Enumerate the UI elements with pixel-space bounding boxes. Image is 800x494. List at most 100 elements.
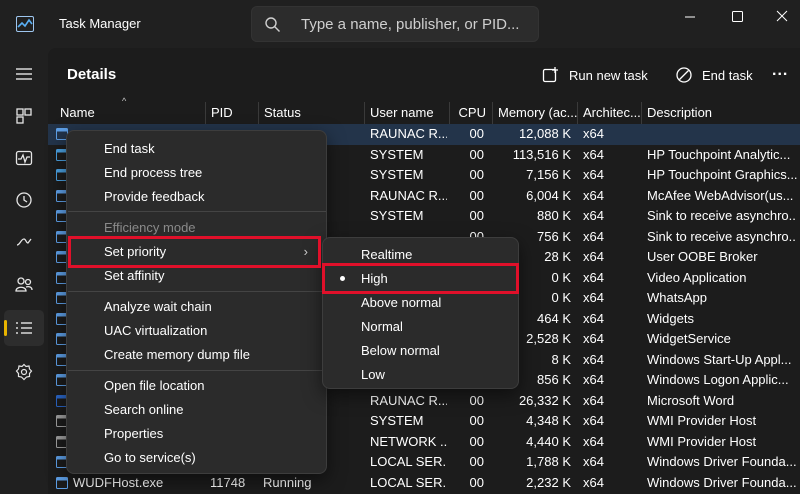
processes-icon[interactable] [4, 98, 44, 134]
search-icon [265, 17, 280, 32]
column-header-name[interactable]: Name [48, 102, 205, 124]
menu-item-go-to-services[interactable]: Go to service(s) [104, 450, 196, 465]
end-task-button[interactable]: End task [675, 64, 753, 86]
cell-cpu: 00 [469, 146, 484, 162]
menu-item-set-affinity[interactable]: Set affinity [104, 268, 164, 283]
cell-description: HP Touchpoint Graphics... [647, 167, 797, 182]
services-icon[interactable] [4, 354, 44, 390]
cell-architecture: x64 [583, 310, 604, 326]
highlight-priority-high [322, 263, 519, 294]
column-header-user-name[interactable]: User name [364, 102, 449, 124]
run-new-task-label: Run new task [569, 67, 648, 83]
priority-low[interactable]: Low [361, 367, 385, 382]
cell-description: Windows Driver Founda... [647, 474, 797, 490]
left-nav [0, 48, 48, 494]
window-title: Task Manager [59, 16, 141, 31]
cell-description: User OOBE Broker [647, 249, 758, 264]
priority-above-normal[interactable]: Above normal [361, 295, 441, 310]
page-title: Details [67, 66, 117, 83]
column-header-description[interactable]: Description [641, 102, 800, 124]
cell-architecture: x64 [583, 167, 604, 182]
startup-apps-icon[interactable] [4, 224, 44, 260]
users-icon[interactable] [4, 266, 44, 302]
cell-description: Video Application [647, 269, 747, 285]
cell-description: WMI Provider Host [647, 433, 757, 449]
cell-user: RAUNAC R... [370, 126, 447, 141]
cell-description: Windows Logon Applic... [647, 372, 789, 387]
cell-memory: 6,004 K [526, 187, 571, 203]
menu-item-provide-feedback[interactable]: Provide feedback [104, 189, 204, 204]
cell-description: WMI Provider Host [647, 413, 757, 428]
cell-user: LOCAL SER... [370, 474, 447, 490]
cell-architecture: x64 [583, 290, 604, 305]
column-header-status[interactable]: Status [258, 102, 364, 124]
more-options-button[interactable]: ... [772, 62, 796, 86]
column-header-cpu[interactable]: CPU [449, 102, 492, 124]
priority-realtime[interactable]: Realtime [361, 247, 412, 262]
menu-item-analyze-wait-chain[interactable]: Analyze wait chain [104, 299, 212, 314]
cell-architecture: x64 [583, 249, 604, 264]
maximize-icon[interactable] [723, 6, 751, 28]
menu-icon[interactable] [4, 56, 44, 92]
cell-memory: 26,332 K [518, 392, 571, 408]
cell-user: SYSTEM [370, 146, 424, 162]
cell-architecture: x64 [583, 228, 604, 244]
priority-below-normal[interactable]: Below normal [361, 343, 440, 358]
cell-user: RAUNAC R... [370, 187, 447, 203]
cell-cpu: 00 [469, 474, 484, 490]
highlight-set-priority [68, 236, 321, 268]
cell-architecture: x64 [583, 392, 604, 408]
minimize-icon[interactable] [676, 6, 704, 28]
cell-name: WUDFHost.exe [73, 474, 164, 490]
menu-item-end-process-tree[interactable]: End process tree [104, 165, 202, 180]
details-icon[interactable] [4, 310, 44, 346]
cell-memory: 4,440 K [526, 433, 571, 449]
cell-description: WidgetService [647, 331, 731, 346]
menu-item-search-online[interactable]: Search online [104, 402, 184, 417]
cell-cpu: 00 [469, 413, 484, 428]
search-box[interactable]: Type a name, publisher, or PID... [251, 6, 539, 42]
menu-item-properties[interactable]: Properties [104, 426, 163, 441]
title-bar: Task Manager Type a name, publisher, or … [0, 0, 800, 48]
app-history-icon[interactable] [4, 182, 44, 218]
cell-architecture: x64 [583, 269, 604, 285]
cell-description: HP Touchpoint Analytic... [647, 146, 791, 162]
cell-memory: 880 K [537, 208, 571, 223]
cell-cpu: 00 [469, 167, 484, 182]
menu-item-open-file-location[interactable]: Open file location [104, 378, 204, 393]
cell-memory: 1,788 K [526, 454, 571, 469]
run-new-task-button[interactable]: Run new task [542, 64, 648, 86]
table-row[interactable]: WUDFHost.exe 11748 Running LOCAL SER... 00 2,… [48, 473, 800, 494]
cell-cpu: 00 [469, 454, 484, 469]
cell-cpu: 00 [469, 392, 484, 408]
sort-ascending-icon: ^ [122, 96, 127, 106]
column-header-memory[interactable]: Memory (ac... [492, 102, 577, 124]
cell-architecture: x64 [583, 208, 604, 223]
menu-item-end-task[interactable]: End task [104, 141, 155, 156]
close-icon[interactable] [768, 6, 796, 28]
cell-cpu: 00 [469, 187, 484, 203]
cell-description: WhatsApp [647, 290, 707, 305]
cell-pid: 11748 [210, 474, 246, 490]
menu-item-uac-virtualization[interactable]: UAC virtualization [104, 323, 207, 338]
cell-description: Sink to receive asynchro... [647, 228, 797, 244]
cell-architecture: x64 [583, 331, 604, 346]
cell-description: McAfee WebAdvisor(us... [647, 187, 794, 203]
performance-icon[interactable] [4, 140, 44, 176]
column-header-architecture[interactable]: Architec... [577, 102, 641, 124]
priority-normal[interactable]: Normal [361, 319, 403, 334]
task-manager-app-icon [16, 16, 34, 32]
menu-item-create-memory-dump[interactable]: Create memory dump file [104, 347, 250, 362]
window-process-icon [56, 476, 68, 489]
cell-user: NETWORK ... [370, 433, 447, 449]
cell-user: SYSTEM [370, 413, 424, 428]
cell-memory: 12,088 K [518, 126, 571, 141]
column-header-pid[interactable]: PID [205, 102, 258, 124]
end-task-label: End task [702, 67, 753, 83]
menu-separator [68, 211, 326, 212]
cell-memory: 7,156 K [526, 167, 571, 182]
cell-architecture: x64 [583, 126, 604, 141]
cell-cpu: 00 [469, 433, 484, 449]
cell-description: Widgets [647, 310, 694, 326]
cell-cpu: 00 [469, 126, 484, 141]
